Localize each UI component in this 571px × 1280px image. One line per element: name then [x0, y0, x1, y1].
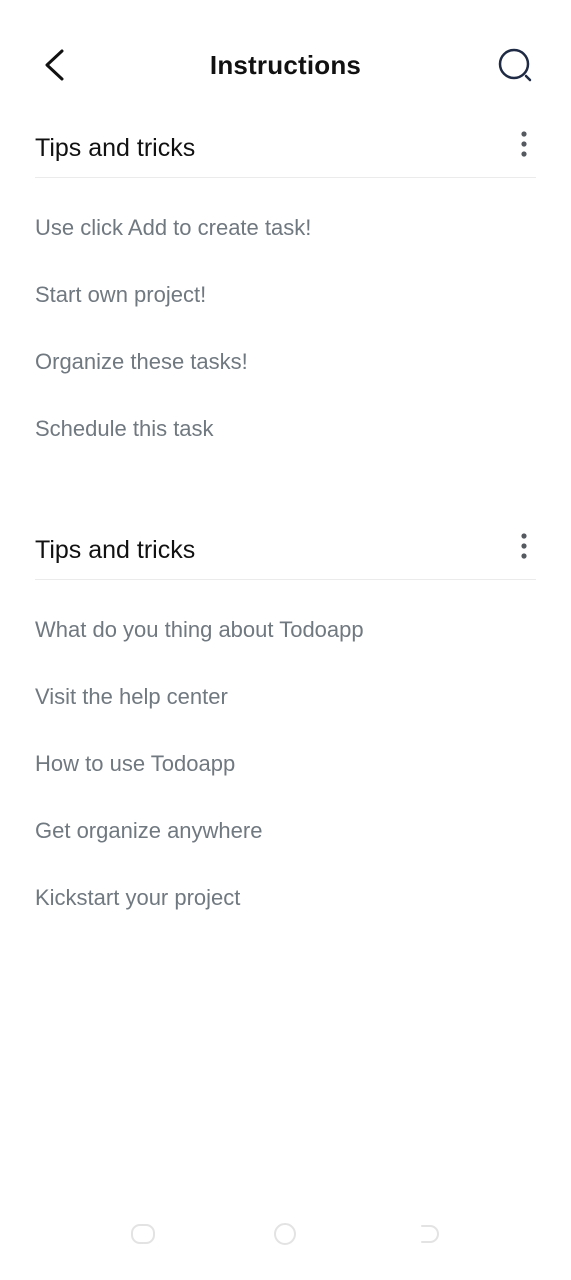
instruction-list: What do you thing about Todoapp Visit th…	[0, 596, 571, 931]
section-title: Tips and tricks	[35, 536, 196, 564]
system-nav-bar	[0, 1216, 571, 1256]
search-icon	[496, 46, 536, 91]
more-vertical-icon	[520, 532, 528, 564]
recents-button[interactable]	[123, 1216, 163, 1256]
back-nav-icon	[414, 1223, 442, 1250]
list-item[interactable]: How to use Todoapp	[0, 730, 571, 797]
list-item[interactable]: Organize these tasks!	[0, 328, 571, 395]
list-item[interactable]: Get organize anywhere	[0, 797, 571, 864]
list-item[interactable]: What do you thing about Todoapp	[0, 596, 571, 663]
home-icon	[272, 1221, 298, 1252]
page-title: Instructions	[209, 50, 362, 80]
section-tips-and-tricks-1: Tips and tricks Use click Add to create …	[0, 124, 571, 462]
list-item[interactable]: Kickstart your project	[0, 864, 571, 931]
back-nav-button[interactable]	[408, 1216, 448, 1256]
instruction-list: Use click Add to create task! Start own …	[0, 194, 571, 462]
more-vertical-icon	[520, 130, 528, 162]
list-item[interactable]: Schedule this task	[0, 395, 571, 462]
list-item[interactable]: Visit the help center	[0, 663, 571, 730]
search-button[interactable]	[494, 46, 538, 90]
section-header: Tips and tricks	[0, 526, 571, 580]
recents-icon	[129, 1223, 157, 1250]
section-divider	[35, 579, 536, 580]
section-menu-button[interactable]	[506, 528, 542, 568]
section-tips-and-tricks-2: Tips and tricks What do you thing about …	[0, 526, 571, 931]
section-divider	[35, 177, 536, 178]
section-header: Tips and tricks	[0, 124, 571, 178]
list-item[interactable]: Use click Add to create task!	[0, 194, 571, 261]
app-header: Instructions	[0, 0, 571, 134]
section-title: Tips and tricks	[35, 134, 196, 162]
home-button[interactable]	[265, 1216, 305, 1256]
list-item[interactable]: Start own project!	[0, 261, 571, 328]
section-menu-button[interactable]	[506, 126, 542, 166]
